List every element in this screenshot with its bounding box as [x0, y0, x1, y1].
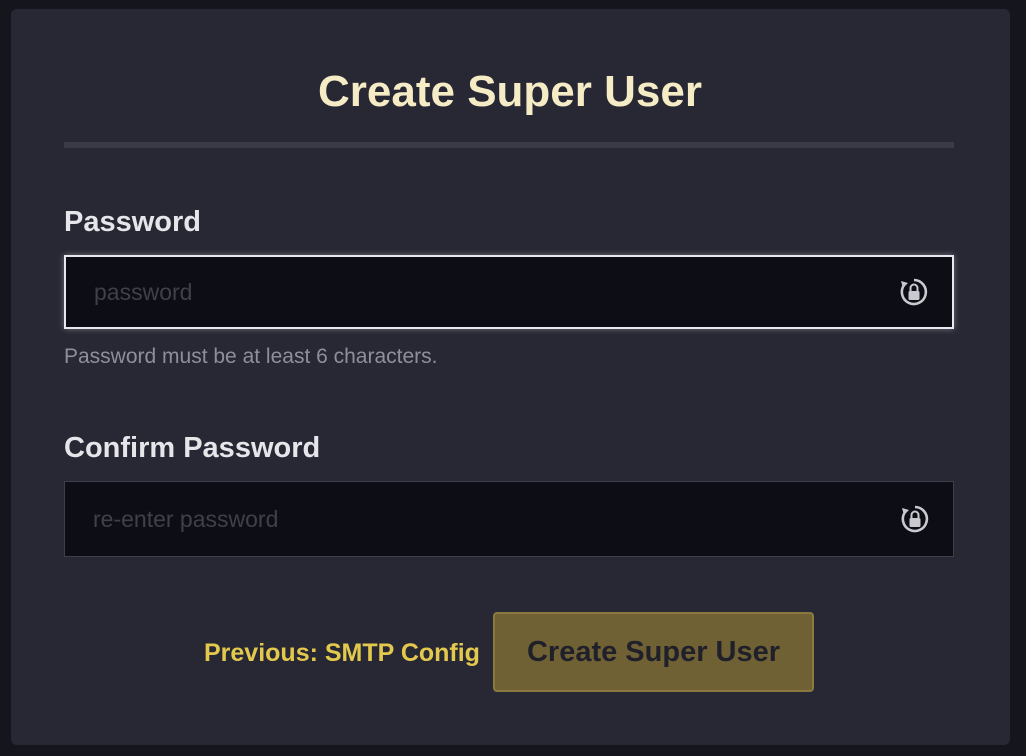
title-divider: [64, 142, 954, 148]
password-visibility-icon[interactable]: [898, 276, 930, 308]
confirm-password-field[interactable]: [64, 481, 954, 557]
page-title: Create Super User: [318, 67, 702, 116]
confirm-password-input[interactable]: [93, 482, 873, 556]
create-super-user-button[interactable]: Create Super User: [493, 612, 814, 692]
password-input[interactable]: [94, 257, 874, 327]
password-hint: Password must be at least 6 characters.: [64, 345, 438, 368]
password-field[interactable]: [64, 255, 954, 329]
password-label: Password: [64, 206, 201, 238]
previous-smtp-config-link[interactable]: Previous: SMTP Config: [204, 636, 480, 670]
confirm-password-visibility-icon[interactable]: [899, 503, 931, 535]
confirm-password-label: Confirm Password: [64, 432, 321, 464]
